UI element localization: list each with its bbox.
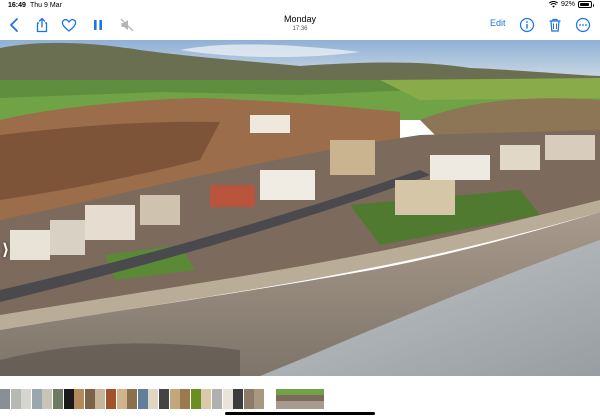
thumbnail[interactable] xyxy=(169,389,180,409)
house xyxy=(260,170,315,200)
thumbnail[interactable] xyxy=(148,389,159,409)
thumbnail[interactable] xyxy=(63,389,74,409)
thumbnail-strip[interactable] xyxy=(0,389,600,411)
house xyxy=(500,145,540,170)
house xyxy=(545,135,595,160)
home-indicator[interactable] xyxy=(225,412,375,415)
thumbnail[interactable] xyxy=(42,389,53,409)
heart-icon[interactable] xyxy=(60,16,78,34)
more-icon[interactable] xyxy=(574,16,592,34)
edit-button[interactable]: Edit xyxy=(490,18,506,28)
house xyxy=(50,220,85,255)
thumbnail[interactable] xyxy=(116,389,127,409)
thumbnail[interactable] xyxy=(159,389,169,409)
thumbnail[interactable] xyxy=(21,389,32,409)
house xyxy=(85,205,135,240)
thumbnail-selected[interactable] xyxy=(276,389,324,409)
battery-icon xyxy=(578,1,594,8)
house xyxy=(140,195,180,225)
previous-photo-chevron[interactable]: ⟩ xyxy=(2,240,9,260)
photo-title: Monday 17:36 xyxy=(250,14,350,33)
thumbnail[interactable] xyxy=(233,389,244,409)
thumbnail[interactable] xyxy=(31,389,42,409)
trash-icon[interactable] xyxy=(546,16,564,34)
thumbnail[interactable] xyxy=(127,389,138,409)
status-bar: 16:49 Thu 9 Mar 92% xyxy=(0,0,600,12)
pause-icon[interactable] xyxy=(89,16,107,34)
thumbnail[interactable] xyxy=(201,389,212,409)
thumbnail[interactable] xyxy=(180,389,191,409)
house xyxy=(250,115,290,133)
thumbnail[interactable] xyxy=(0,389,10,409)
thumbnail[interactable] xyxy=(106,389,116,409)
muted-speaker-icon[interactable] xyxy=(118,16,136,34)
status-right: 92% xyxy=(548,1,594,8)
battery-fill xyxy=(580,3,590,6)
photo-toolbar: Monday 17:36 Edit xyxy=(0,12,600,40)
wifi-icon xyxy=(548,1,558,8)
thumbnail[interactable] xyxy=(190,389,201,409)
thumbnail[interactable] xyxy=(137,389,148,409)
thumbnail[interactable] xyxy=(84,389,95,409)
battery-percent: 92% xyxy=(560,1,575,8)
back-chevron-icon[interactable] xyxy=(6,16,24,34)
house xyxy=(330,140,375,175)
thumbnail[interactable] xyxy=(254,389,265,409)
thumbnail[interactable] xyxy=(243,389,254,409)
photo-day: Monday xyxy=(283,14,317,24)
thumbnail[interactable] xyxy=(222,389,233,409)
house xyxy=(210,185,255,207)
thumbnail[interactable] xyxy=(74,389,85,409)
photo-time: 17:36 xyxy=(292,26,308,32)
house xyxy=(395,180,455,215)
house xyxy=(10,230,50,260)
photo-view[interactable]: ⟩ xyxy=(0,40,600,376)
thumbnail[interactable] xyxy=(10,389,21,409)
thumbnail[interactable] xyxy=(53,389,63,409)
status-time: 16:49 xyxy=(8,2,26,9)
aerial-photo xyxy=(0,40,600,376)
house xyxy=(430,155,490,180)
info-icon[interactable] xyxy=(518,16,536,34)
status-date: Thu 9 Mar xyxy=(30,2,62,9)
thumbnail[interactable] xyxy=(212,389,222,409)
share-icon[interactable] xyxy=(33,16,51,34)
thumbnail[interactable] xyxy=(95,389,106,409)
